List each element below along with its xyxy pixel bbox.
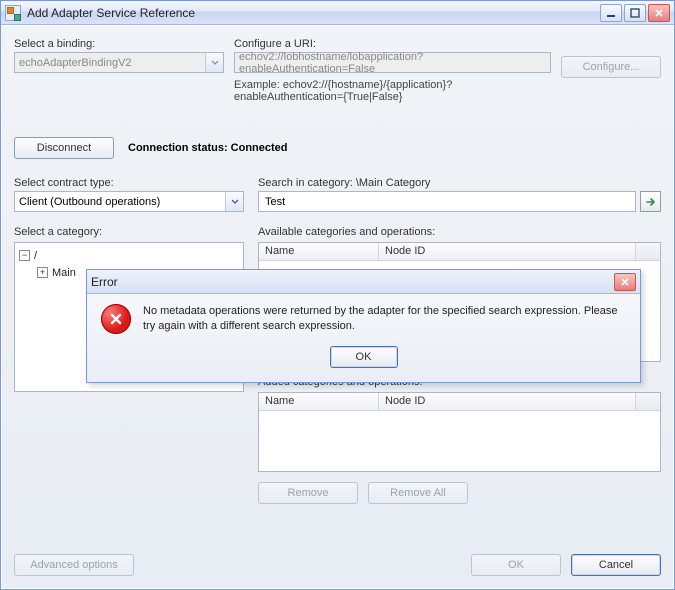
contract-combo[interactable]: Client (Outbound operations) [14, 191, 244, 212]
dialog-ok-button[interactable]: OK [330, 346, 398, 368]
uri-example: Example: echov2://{hostname}/{applicatio… [234, 79, 551, 103]
tree-root[interactable]: − / [19, 247, 239, 264]
contract-value: Client (Outbound operations) [19, 196, 160, 208]
search-label: Search in category: \Main Category [258, 177, 661, 189]
uri-textbox: echov2://lobhostname/lobapplication?enab… [234, 52, 551, 73]
column-node-id[interactable]: Node ID [379, 393, 636, 410]
dialog-body: No metadata operations were returned by … [87, 294, 640, 382]
configure-button[interactable]: Configure... [561, 56, 661, 78]
binding-label: Select a binding: [14, 38, 224, 50]
column-tail [636, 243, 660, 260]
error-dialog: Error No metadata operations were return… [86, 269, 641, 383]
titlebar: Add Adapter Service Reference [1, 1, 674, 25]
search-input[interactable] [263, 195, 631, 209]
connection-status: Connection status: Connected [128, 142, 288, 154]
chevron-down-icon [205, 53, 223, 72]
minimize-button[interactable] [600, 4, 622, 22]
remove-all-button[interactable]: Remove All [368, 482, 468, 504]
column-node-id[interactable]: Node ID [379, 243, 636, 260]
advanced-options-button[interactable]: Advanced options [14, 554, 134, 576]
column-name[interactable]: Name [259, 393, 379, 410]
category-label: Select a category: [14, 226, 244, 238]
cancel-button[interactable]: Cancel [571, 554, 661, 576]
window-controls [600, 4, 670, 22]
binding-value: echoAdapterBindingV2 [19, 57, 132, 69]
available-label: Available categories and operations: [258, 226, 661, 238]
search-input-wrapper [258, 191, 636, 212]
column-tail [636, 393, 660, 410]
disconnect-button[interactable]: Disconnect [14, 137, 114, 159]
collapse-icon[interactable]: − [19, 250, 30, 261]
window-title: Add Adapter Service Reference [27, 6, 600, 20]
binding-combo: echoAdapterBindingV2 [14, 52, 224, 73]
connection-status-value: Connected [231, 142, 288, 154]
added-list[interactable]: Name Node ID [258, 392, 661, 472]
added-header: Name Node ID [259, 393, 660, 411]
connection-status-prefix: Connection status: [128, 142, 231, 154]
column-name[interactable]: Name [259, 243, 379, 260]
dialog-close-button[interactable] [614, 273, 636, 291]
dialog-title: Error [91, 275, 614, 289]
tree-item-label: Main [52, 267, 76, 279]
dialog-window-controls [614, 273, 636, 291]
contract-label: Select contract type: [14, 177, 244, 189]
chevron-down-icon[interactable] [225, 192, 243, 211]
available-header: Name Node ID [259, 243, 660, 261]
tree-root-label: / [34, 250, 37, 262]
maximize-button[interactable] [624, 4, 646, 22]
error-icon [101, 304, 131, 334]
main-window: Add Adapter Service Reference Select a b… [0, 0, 675, 590]
ok-button[interactable]: OK [471, 554, 561, 576]
search-go-button[interactable] [640, 191, 661, 212]
app-icon [5, 5, 21, 21]
close-button[interactable] [648, 4, 670, 22]
dialog-titlebar: Error [87, 270, 640, 294]
uri-value: echov2://lobhostname/lobapplication?enab… [239, 51, 546, 75]
dialog-message: No metadata operations were returned by … [143, 304, 626, 334]
uri-label: Configure a URI: [234, 38, 551, 50]
expand-icon[interactable]: + [37, 267, 48, 278]
remove-button[interactable]: Remove [258, 482, 358, 504]
